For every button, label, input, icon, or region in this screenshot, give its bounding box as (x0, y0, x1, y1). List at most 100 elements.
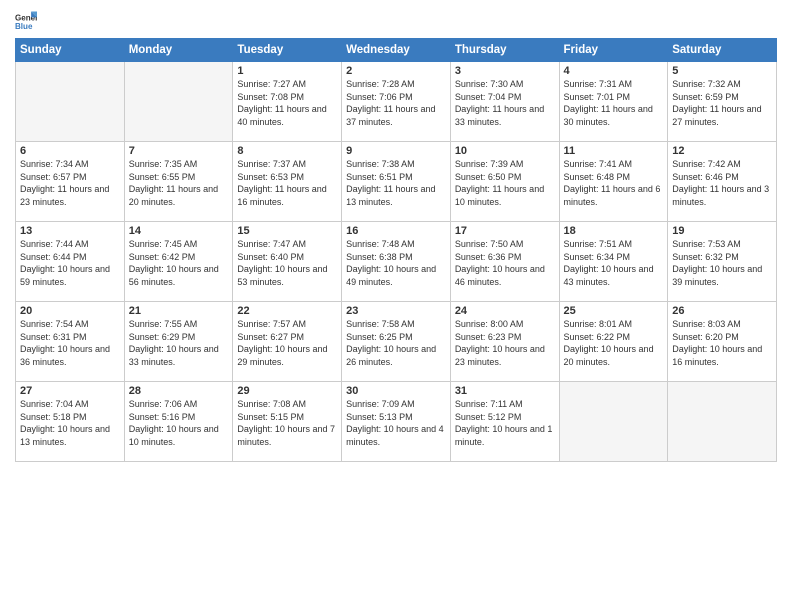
day-info: Sunrise: 7:44 AMSunset: 6:44 PMDaylight:… (20, 238, 120, 288)
day-number: 20 (20, 305, 120, 317)
day-info: Sunrise: 7:31 AMSunset: 7:01 PMDaylight:… (564, 78, 664, 128)
day-info: Sunrise: 7:54 AMSunset: 6:31 PMDaylight:… (20, 318, 120, 368)
calendar-cell: 20Sunrise: 7:54 AMSunset: 6:31 PMDayligh… (16, 302, 125, 382)
day-info: Sunrise: 7:34 AMSunset: 6:57 PMDaylight:… (20, 158, 120, 208)
day-info: Sunrise: 7:41 AMSunset: 6:48 PMDaylight:… (564, 158, 664, 208)
calendar-cell: 19Sunrise: 7:53 AMSunset: 6:32 PMDayligh… (668, 222, 777, 302)
day-number: 8 (237, 145, 337, 157)
calendar-cell: 23Sunrise: 7:58 AMSunset: 6:25 PMDayligh… (342, 302, 451, 382)
day-number: 12 (672, 145, 772, 157)
calendar-cell (559, 382, 668, 462)
day-number: 23 (346, 305, 446, 317)
calendar-cell: 22Sunrise: 7:57 AMSunset: 6:27 PMDayligh… (233, 302, 342, 382)
calendar-cell: 15Sunrise: 7:47 AMSunset: 6:40 PMDayligh… (233, 222, 342, 302)
calendar-cell: 9Sunrise: 7:38 AMSunset: 6:51 PMDaylight… (342, 142, 451, 222)
weekday-header-saturday: Saturday (668, 39, 777, 62)
calendar-cell: 7Sunrise: 7:35 AMSunset: 6:55 PMDaylight… (124, 142, 233, 222)
page: General Blue SundayMondayTuesdayWednesda… (0, 0, 792, 612)
weekday-header-sunday: Sunday (16, 39, 125, 62)
day-number: 28 (129, 385, 229, 397)
day-number: 25 (564, 305, 664, 317)
calendar-cell: 6Sunrise: 7:34 AMSunset: 6:57 PMDaylight… (16, 142, 125, 222)
day-info: Sunrise: 7:39 AMSunset: 6:50 PMDaylight:… (455, 158, 555, 208)
week-row-4: 20Sunrise: 7:54 AMSunset: 6:31 PMDayligh… (16, 302, 777, 382)
calendar-cell: 10Sunrise: 7:39 AMSunset: 6:50 PMDayligh… (450, 142, 559, 222)
logo: General Blue (15, 10, 37, 32)
calendar-cell: 2Sunrise: 7:28 AMSunset: 7:06 PMDaylight… (342, 62, 451, 142)
day-info: Sunrise: 7:48 AMSunset: 6:38 PMDaylight:… (346, 238, 446, 288)
calendar-cell: 18Sunrise: 7:51 AMSunset: 6:34 PMDayligh… (559, 222, 668, 302)
day-info: Sunrise: 7:42 AMSunset: 6:46 PMDaylight:… (672, 158, 772, 208)
day-info: Sunrise: 7:45 AMSunset: 6:42 PMDaylight:… (129, 238, 229, 288)
calendar-cell: 26Sunrise: 8:03 AMSunset: 6:20 PMDayligh… (668, 302, 777, 382)
day-number: 26 (672, 305, 772, 317)
day-info: Sunrise: 7:47 AMSunset: 6:40 PMDaylight:… (237, 238, 337, 288)
day-number: 17 (455, 225, 555, 237)
day-info: Sunrise: 7:50 AMSunset: 6:36 PMDaylight:… (455, 238, 555, 288)
day-info: Sunrise: 7:11 AMSunset: 5:12 PMDaylight:… (455, 398, 555, 448)
week-row-3: 13Sunrise: 7:44 AMSunset: 6:44 PMDayligh… (16, 222, 777, 302)
svg-text:Blue: Blue (15, 22, 33, 31)
day-info: Sunrise: 7:35 AMSunset: 6:55 PMDaylight:… (129, 158, 229, 208)
calendar-cell: 4Sunrise: 7:31 AMSunset: 7:01 PMDaylight… (559, 62, 668, 142)
weekday-header-wednesday: Wednesday (342, 39, 451, 62)
calendar-table: SundayMondayTuesdayWednesdayThursdayFrid… (15, 38, 777, 462)
week-row-1: 1Sunrise: 7:27 AMSunset: 7:08 PMDaylight… (16, 62, 777, 142)
day-number: 24 (455, 305, 555, 317)
day-info: Sunrise: 7:28 AMSunset: 7:06 PMDaylight:… (346, 78, 446, 128)
calendar-cell: 31Sunrise: 7:11 AMSunset: 5:12 PMDayligh… (450, 382, 559, 462)
calendar-cell: 24Sunrise: 8:00 AMSunset: 6:23 PMDayligh… (450, 302, 559, 382)
day-info: Sunrise: 7:58 AMSunset: 6:25 PMDaylight:… (346, 318, 446, 368)
calendar-cell: 27Sunrise: 7:04 AMSunset: 5:18 PMDayligh… (16, 382, 125, 462)
weekday-header-thursday: Thursday (450, 39, 559, 62)
calendar-cell: 21Sunrise: 7:55 AMSunset: 6:29 PMDayligh… (124, 302, 233, 382)
calendar-cell: 1Sunrise: 7:27 AMSunset: 7:08 PMDaylight… (233, 62, 342, 142)
week-row-2: 6Sunrise: 7:34 AMSunset: 6:57 PMDaylight… (16, 142, 777, 222)
week-row-5: 27Sunrise: 7:04 AMSunset: 5:18 PMDayligh… (16, 382, 777, 462)
day-info: Sunrise: 7:57 AMSunset: 6:27 PMDaylight:… (237, 318, 337, 368)
calendar-cell: 11Sunrise: 7:41 AMSunset: 6:48 PMDayligh… (559, 142, 668, 222)
day-number: 1 (237, 65, 337, 77)
day-info: Sunrise: 7:51 AMSunset: 6:34 PMDaylight:… (564, 238, 664, 288)
day-info: Sunrise: 7:55 AMSunset: 6:29 PMDaylight:… (129, 318, 229, 368)
day-number: 13 (20, 225, 120, 237)
calendar-cell: 16Sunrise: 7:48 AMSunset: 6:38 PMDayligh… (342, 222, 451, 302)
calendar-cell (668, 382, 777, 462)
calendar-cell (16, 62, 125, 142)
calendar-cell: 8Sunrise: 7:37 AMSunset: 6:53 PMDaylight… (233, 142, 342, 222)
day-number: 18 (564, 225, 664, 237)
day-number: 19 (672, 225, 772, 237)
day-number: 15 (237, 225, 337, 237)
calendar-cell: 5Sunrise: 7:32 AMSunset: 6:59 PMDaylight… (668, 62, 777, 142)
logo-icon: General Blue (15, 10, 37, 32)
day-number: 10 (455, 145, 555, 157)
day-info: Sunrise: 7:27 AMSunset: 7:08 PMDaylight:… (237, 78, 337, 128)
day-number: 11 (564, 145, 664, 157)
calendar-cell (124, 62, 233, 142)
day-number: 30 (346, 385, 446, 397)
day-number: 9 (346, 145, 446, 157)
day-number: 21 (129, 305, 229, 317)
day-info: Sunrise: 7:32 AMSunset: 6:59 PMDaylight:… (672, 78, 772, 128)
day-number: 4 (564, 65, 664, 77)
day-number: 6 (20, 145, 120, 157)
header: General Blue (15, 10, 777, 32)
day-number: 16 (346, 225, 446, 237)
calendar-cell: 13Sunrise: 7:44 AMSunset: 6:44 PMDayligh… (16, 222, 125, 302)
calendar-cell: 25Sunrise: 8:01 AMSunset: 6:22 PMDayligh… (559, 302, 668, 382)
day-info: Sunrise: 7:38 AMSunset: 6:51 PMDaylight:… (346, 158, 446, 208)
day-number: 27 (20, 385, 120, 397)
day-info: Sunrise: 8:00 AMSunset: 6:23 PMDaylight:… (455, 318, 555, 368)
day-number: 3 (455, 65, 555, 77)
weekday-header-friday: Friday (559, 39, 668, 62)
weekday-header-row: SundayMondayTuesdayWednesdayThursdayFrid… (16, 39, 777, 62)
calendar-cell: 14Sunrise: 7:45 AMSunset: 6:42 PMDayligh… (124, 222, 233, 302)
day-info: Sunrise: 7:06 AMSunset: 5:16 PMDaylight:… (129, 398, 229, 448)
day-info: Sunrise: 7:37 AMSunset: 6:53 PMDaylight:… (237, 158, 337, 208)
day-info: Sunrise: 7:08 AMSunset: 5:15 PMDaylight:… (237, 398, 337, 448)
day-info: Sunrise: 7:04 AMSunset: 5:18 PMDaylight:… (20, 398, 120, 448)
day-number: 22 (237, 305, 337, 317)
day-info: Sunrise: 7:09 AMSunset: 5:13 PMDaylight:… (346, 398, 446, 448)
calendar-cell: 28Sunrise: 7:06 AMSunset: 5:16 PMDayligh… (124, 382, 233, 462)
day-number: 2 (346, 65, 446, 77)
